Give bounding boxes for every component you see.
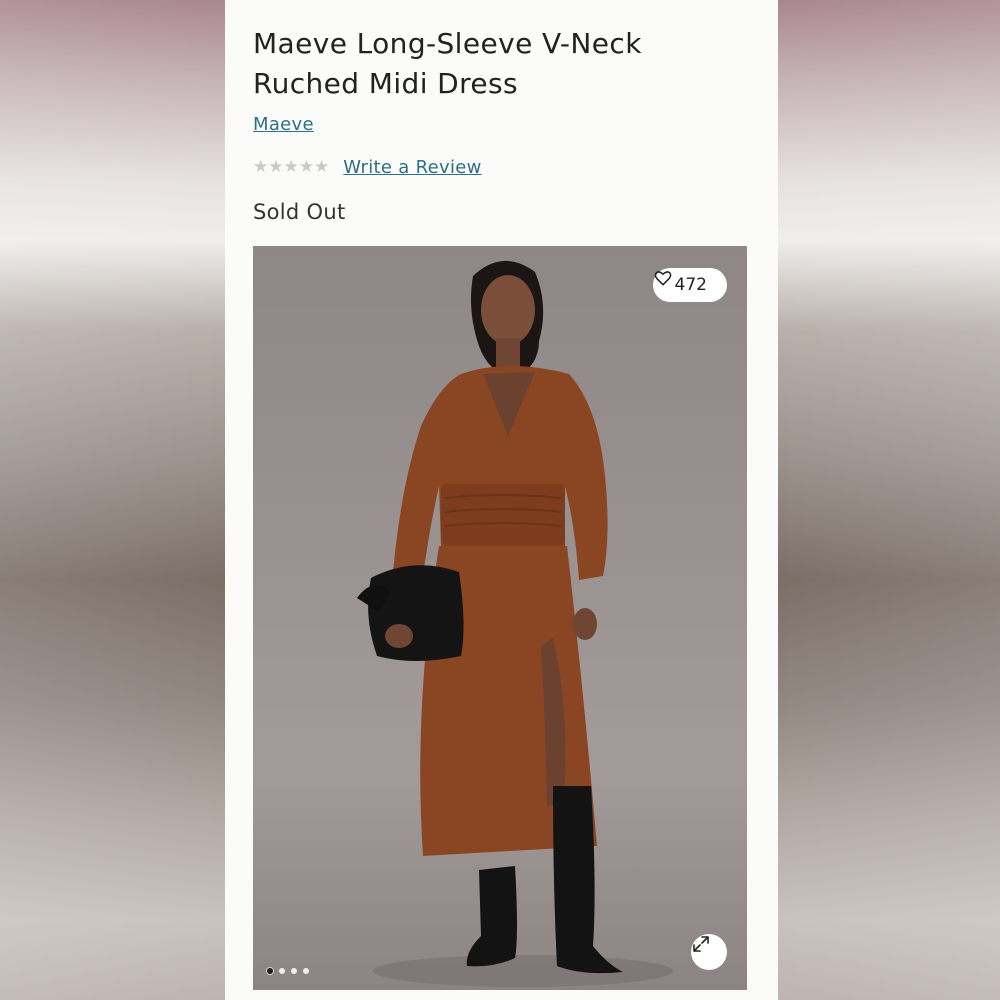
carousel-dot-1[interactable] bbox=[267, 968, 273, 974]
brand-link[interactable]: Maeve bbox=[253, 114, 314, 135]
product-panel: Maeve Long-Sleeve V-Neck Ruched Midi Dre… bbox=[225, 0, 778, 1000]
star-icon: ★ bbox=[314, 156, 330, 177]
carousel-dot-2[interactable] bbox=[279, 968, 285, 974]
product-image[interactable]: 472 bbox=[253, 246, 747, 990]
blurred-background-left bbox=[0, 0, 225, 1000]
like-count: 472 bbox=[674, 275, 707, 295]
star-icon: ★ bbox=[298, 156, 314, 177]
expand-image-button[interactable] bbox=[691, 934, 727, 970]
star-icon: ★ bbox=[283, 156, 299, 177]
write-review-link[interactable]: Write a Review bbox=[343, 157, 481, 178]
availability-status: Sold Out bbox=[253, 200, 346, 224]
carousel-indicators bbox=[267, 968, 309, 974]
heart-icon bbox=[654, 271, 671, 286]
star-icon: ★ bbox=[268, 156, 284, 177]
blurred-background-right bbox=[778, 0, 1000, 1000]
rating-row: ★ ★ ★ ★ ★ Write a Review bbox=[253, 154, 482, 180]
model-photo-illustration bbox=[357, 260, 673, 987]
expand-icon bbox=[693, 936, 709, 952]
like-button[interactable]: 472 bbox=[652, 268, 727, 302]
star-icon: ★ bbox=[253, 156, 269, 177]
carousel-dot-4[interactable] bbox=[303, 968, 309, 974]
carousel-dot-3[interactable] bbox=[291, 968, 297, 974]
star-rating: ★ ★ ★ ★ ★ bbox=[253, 156, 330, 177]
product-title: Maeve Long-Sleeve V-Neck Ruched Midi Dre… bbox=[253, 27, 642, 100]
